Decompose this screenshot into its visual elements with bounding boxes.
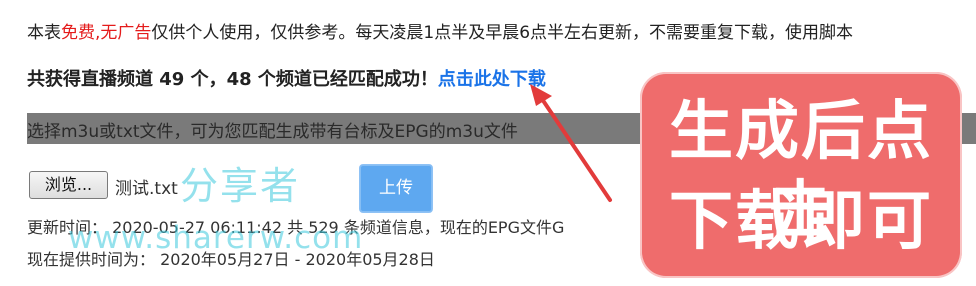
notice-text: 本表免费,无广告仅供个人使用，仅供参考。每天凌晨1点半及早晨6点半左右更新，不需… bbox=[27, 22, 976, 44]
upload-button[interactable]: 上传 bbox=[359, 164, 433, 213]
callout-line2: 下载即可 bbox=[669, 185, 933, 259]
download-link[interactable]: 点击此处下载 bbox=[438, 69, 546, 90]
channel-summary: 共获得直播频道 49 个，48 个频道已经匹配成功！点击此处下载 bbox=[27, 68, 546, 92]
notice-rest: 仅供个人使用，仅供参考。每天凌晨1点半及早晨6点半左右更新，不需要重复下载，使用… bbox=[151, 23, 854, 43]
notice-prefix: 本表 bbox=[27, 23, 61, 43]
page: 本表免费,无广告仅供个人使用，仅供参考。每天凌晨1点半及早晨6点半左右更新，不需… bbox=[0, 0, 976, 286]
watermark-text: 分享者 bbox=[180, 164, 301, 208]
watermark-url: www.sharerw.com bbox=[68, 220, 364, 256]
notice-free: 免费, bbox=[61, 23, 101, 43]
browse-button[interactable]: 浏览... bbox=[29, 171, 108, 199]
notice-no-ads: 无广告 bbox=[100, 23, 152, 43]
callout-box: 生成后点击 下载即可 bbox=[640, 72, 962, 278]
channel-summary-text: 共获得直播频道 49 个，48 个频道已经匹配成功！ bbox=[27, 69, 438, 90]
upload-instruction: 选择m3u或txt文件，可为您匹配生成带有台标及EPG的m3u文件 bbox=[27, 122, 518, 142]
selected-file-name: 测试.txt bbox=[115, 179, 178, 199]
